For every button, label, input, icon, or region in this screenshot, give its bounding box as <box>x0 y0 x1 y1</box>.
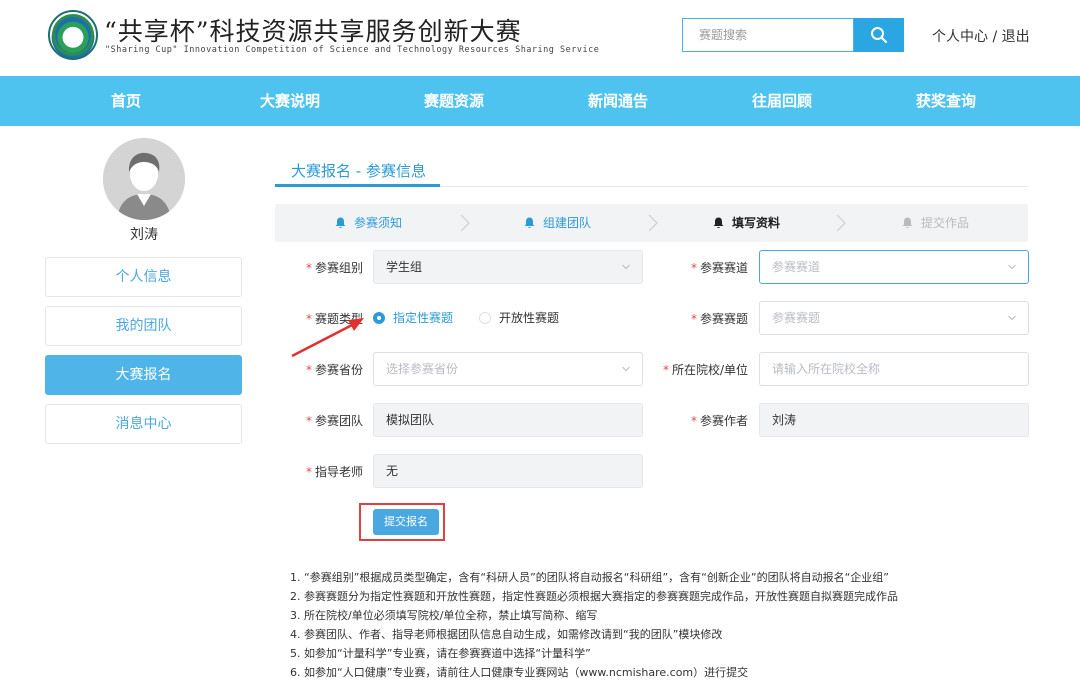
separator: / <box>992 29 998 45</box>
chevron-down-icon <box>622 366 630 372</box>
nav-news[interactable]: 新闻通告 <box>558 76 678 126</box>
step-fill-info: 填写资料 <box>713 204 780 242</box>
nav-home[interactable]: 首页 <box>66 76 186 126</box>
chevron-down-icon <box>1008 315 1016 321</box>
username: 刘涛 <box>130 227 158 243</box>
track-label: * 参赛赛道 <box>690 261 748 275</box>
title-underline <box>275 184 440 187</box>
logout-link[interactable]: 退出 <box>1002 29 1030 45</box>
nav-topic-resources[interactable]: 赛题资源 <box>394 76 514 126</box>
step-submit-work: 提交作品 <box>902 204 969 242</box>
teacher-field: 无 <box>373 454 643 488</box>
step-bar: 参赛须知 组建团队 填写资料 提交作品 <box>275 204 1028 242</box>
radio-dot <box>479 311 492 324</box>
province-select[interactable]: 选择参赛省份 <box>373 352 643 386</box>
group-select[interactable]: 学生组 <box>373 250 643 284</box>
sidebar-item-personal-info[interactable]: 个人信息 <box>45 257 242 297</box>
sidebar-item-messages[interactable]: 消息中心 <box>45 404 242 444</box>
topic-select-placeholder: 参赛赛题 <box>772 311 821 325</box>
avatar <box>103 138 185 220</box>
chevron-right-icon <box>460 214 470 232</box>
step-submit-work-label: 提交作品 <box>921 216 970 230</box>
nav-award-query[interactable]: 获奖查询 <box>886 76 1006 126</box>
bell-icon <box>524 217 535 228</box>
school-label: * 所在院校/单位 <box>662 363 748 377</box>
step-notice: 参赛须知 <box>335 204 402 242</box>
topic-select[interactable]: 参赛赛题 <box>759 301 1029 335</box>
annotation-arrow-icon <box>291 318 364 358</box>
step-fill-info-label: 填写资料 <box>732 216 781 230</box>
author-label: * 参赛作者 <box>690 414 748 428</box>
radio-open-label: 开放性赛题 <box>499 311 560 325</box>
author-field: 刘涛 <box>759 403 1029 437</box>
radio-designated-topic[interactable]: 指定性赛题 <box>373 309 453 326</box>
note-item: 3. 所在院校/单位必须填写院校/单位全称，禁止填写简称、缩写 <box>290 609 598 622</box>
site-subtitle: "Sharing Cup" Innovation Competition of … <box>105 45 600 55</box>
notes-list: 1. “参赛组别”根据成员类型确定，含有“科研人员”的团队将自动报名“科研组”，… <box>290 568 898 682</box>
header: “共享杯”科技资源共享服务创新大赛 "Sharing Cup" Innovati… <box>0 0 1080 76</box>
step-notice-label: 参赛须知 <box>354 216 403 230</box>
user-links: 个人中心 / 退出 <box>932 26 1030 46</box>
team-field: 模拟团队 <box>373 403 643 437</box>
nav-competition-info[interactable]: 大赛说明 <box>230 76 350 126</box>
chevron-down-icon <box>622 264 630 270</box>
nav-past-review[interactable]: 往届回顾 <box>722 76 842 126</box>
note-item: 2. 参赛赛题分为指定性赛题和开放性赛题，指定性赛题必须根据大赛指定的参赛赛题完… <box>290 590 898 603</box>
teacher-label: * 指导老师 <box>305 465 363 479</box>
search-input[interactable]: 赛题搜索 <box>682 18 854 52</box>
radio-open-topic[interactable]: 开放性赛题 <box>479 309 559 326</box>
province-label: * 参赛省份 <box>305 363 363 377</box>
school-input[interactable]: 请输入所在院校全称 <box>759 352 1029 386</box>
team-label: * 参赛团队 <box>305 414 363 428</box>
main-nav: 首页 大赛说明 赛题资源 新闻通告 往届回顾 获奖查询 <box>0 76 1080 126</box>
search-icon <box>871 27 888 44</box>
group-select-value: 学生组 <box>386 260 423 274</box>
note-item: 4. 参赛团队、作者、指导老师根据团队信息自动生成，如需修改请到“我的团队”模块… <box>290 628 723 641</box>
chevron-right-icon <box>648 214 658 232</box>
radio-dot <box>373 311 385 324</box>
user-avatar-icon <box>103 138 185 220</box>
note-item: 5. 如参加“计量科学”专业赛，请在参赛赛道中选择“计量科学” <box>290 647 591 660</box>
submit-registration-button[interactable]: 提交报名 <box>373 509 439 535</box>
track-select-placeholder: 参赛赛道 <box>772 260 821 274</box>
chevron-down-icon <box>1008 264 1016 270</box>
step-build-team-label: 组建团队 <box>543 216 592 230</box>
track-select[interactable]: 参赛赛道 <box>759 250 1029 284</box>
user-center-link[interactable]: 个人中心 <box>932 29 988 45</box>
search-button[interactable] <box>854 18 904 52</box>
topic-label: * 参赛赛题 <box>690 312 748 326</box>
type-radio-group: 指定性赛题 开放性赛题 <box>373 309 559 326</box>
step-build-team: 组建团队 <box>524 204 591 242</box>
radio-designated-label: 指定性赛题 <box>393 311 454 325</box>
note-item: 1. “参赛组别”根据成员类型确定，含有“科研人员”的团队将自动报名“科研组”，… <box>290 571 889 584</box>
sidebar-item-my-team[interactable]: 我的团队 <box>45 306 242 346</box>
chevron-right-icon <box>836 214 846 232</box>
group-label: * 参赛组别 <box>305 261 363 275</box>
logo-ring <box>52 14 94 56</box>
bell-icon <box>335 217 346 228</box>
bell-icon <box>713 217 724 228</box>
sidebar-item-registration[interactable]: 大赛报名 <box>45 355 242 395</box>
site-title: “共享杯”科技资源共享服务创新大赛 <box>104 17 522 46</box>
province-select-placeholder: 选择参赛省份 <box>386 362 459 376</box>
note-item: 6. 如参加“人口健康”专业赛，请前往人口健康专业赛网站（www.ncmisha… <box>290 666 749 679</box>
page-title: 大赛报名 - 参赛信息 <box>291 162 426 180</box>
bell-icon <box>902 217 913 228</box>
